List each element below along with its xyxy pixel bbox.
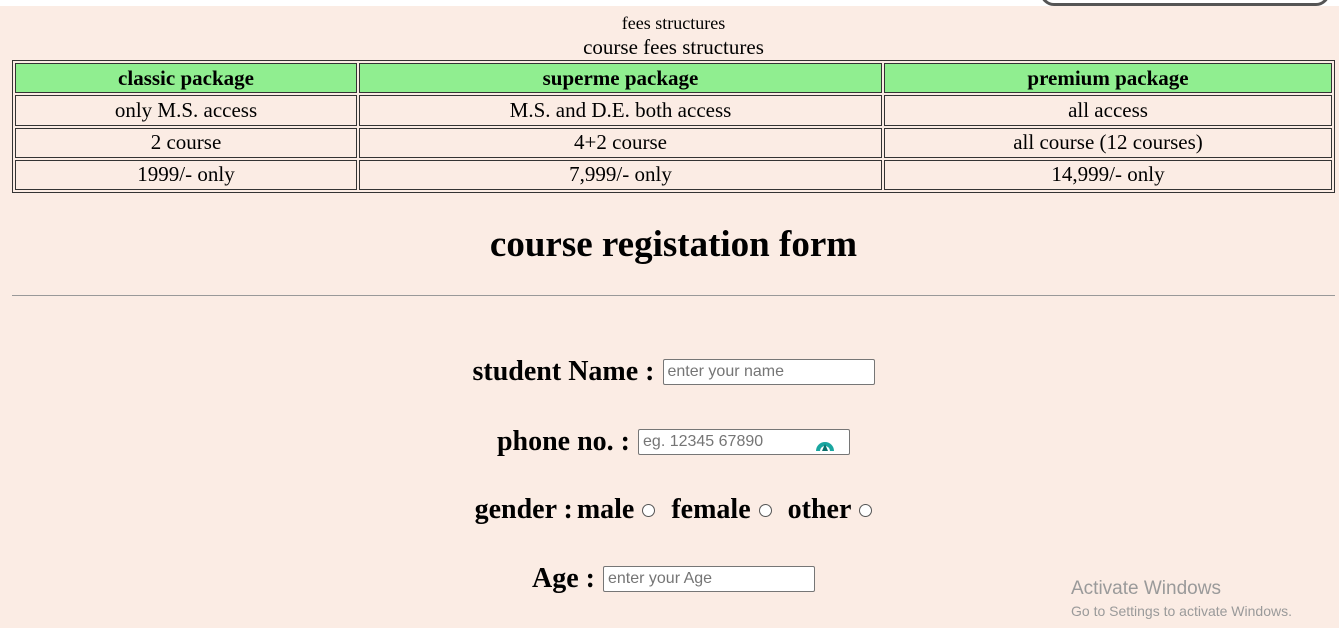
table-cell: 2 course (15, 127, 357, 158)
password-manager-icon[interactable] (814, 434, 836, 452)
table-row: only M.S. access M.S. and D.E. both acce… (15, 95, 1332, 126)
table-cell: 1999/- only (15, 159, 357, 190)
phone-field-wrapper (638, 429, 851, 455)
student-name-label: student Name : (472, 356, 655, 387)
gender-option-female-label: female (671, 494, 751, 525)
table-cell: 7,999/- only (359, 159, 882, 190)
table-cell: 14,999/- only (884, 159, 1332, 190)
table-cell: all access (884, 95, 1332, 126)
table-cell: all course (12 courses) (884, 127, 1332, 158)
gender-option-male-label: male (576, 494, 635, 525)
header-classic-package: classic package (15, 63, 357, 94)
table-cell: only M.S. access (15, 95, 357, 126)
student-name-input[interactable] (662, 359, 875, 385)
activate-windows-title: Activate Windows (1071, 578, 1221, 599)
header-superme-package: superme package (359, 63, 882, 94)
divider (12, 295, 1335, 296)
table-row: 1999/- only 7,999/- only 14,999/- only (15, 159, 1332, 190)
phone-label: phone no. : (496, 426, 631, 457)
gender-radio-female[interactable] (758, 503, 772, 517)
gender-row: gender : male female other (0, 494, 1339, 526)
header-premium-package: premium package (884, 63, 1332, 94)
gender-option-other-label: other (787, 494, 852, 525)
fees-caption-small: fees structures (621, 13, 726, 33)
table-cell: 4+2 course (359, 127, 882, 158)
student-name-row: student Name : (0, 356, 1339, 388)
table-header-row: classic package superme package premium … (15, 63, 1332, 94)
gender-radio-other[interactable] (859, 503, 873, 517)
age-input[interactable] (602, 566, 815, 592)
gender-label: gender : (474, 494, 573, 525)
table-row: 2 course 4+2 course all course (12 cours… (15, 127, 1332, 158)
fees-caption: course fees structures (583, 35, 764, 59)
age-label: Age : (532, 563, 595, 594)
browser-window-edge (1040, 0, 1330, 6)
phone-row: phone no. : (0, 426, 1339, 458)
gender-radio-male[interactable] (642, 503, 656, 517)
activate-windows-subtitle: Go to Settings to activate Windows. (1071, 603, 1292, 619)
form-title: course registation form (489, 224, 858, 265)
fees-table: classic package superme package premium … (12, 60, 1335, 193)
table-cell: M.S. and D.E. both access (359, 95, 882, 126)
